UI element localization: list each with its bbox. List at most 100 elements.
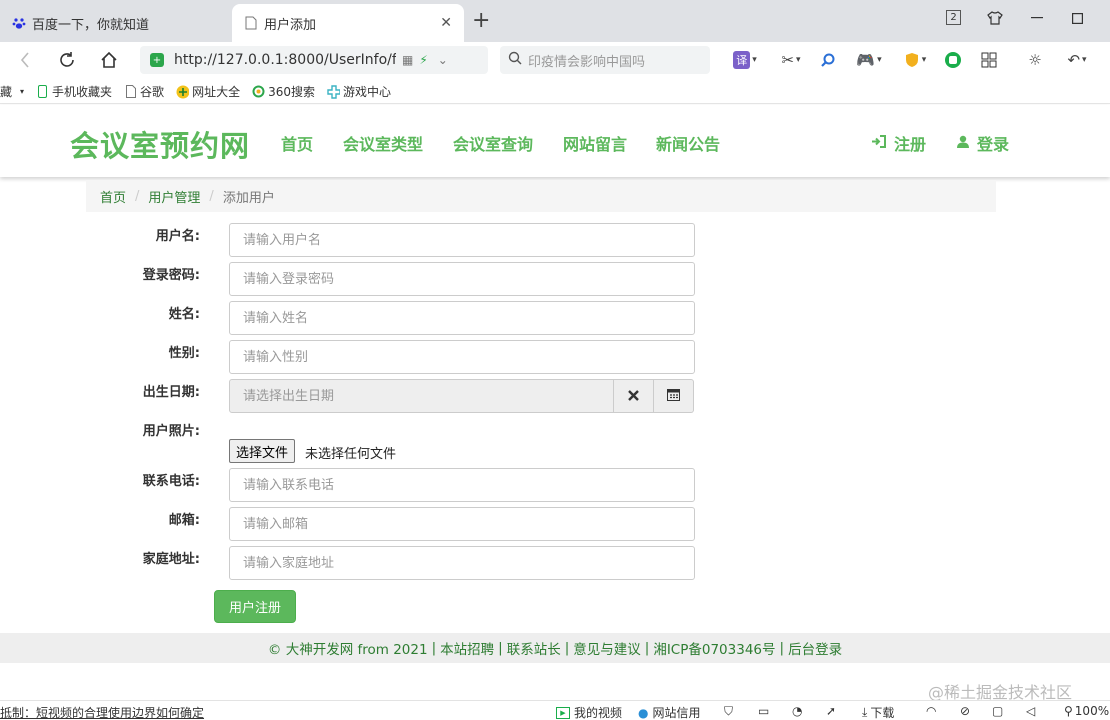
bookmark-item[interactable]: 游戏中心: [327, 83, 391, 100]
bookmarks-bar: 藏 ▾ 手机收藏夹 谷歌 网址大全 360搜索 游戏中心: [0, 80, 1110, 104]
minimize-icon[interactable]: [1028, 9, 1046, 27]
address-input[interactable]: [229, 546, 695, 580]
home-icon[interactable]: [96, 47, 122, 73]
email-input[interactable]: [229, 507, 695, 541]
apps-grid-icon[interactable]: [978, 47, 1000, 73]
sign-in-arrow-icon: [872, 134, 886, 152]
status-news-link[interactable]: 抵制：短视频的合理使用边界如何确定: [0, 704, 204, 720]
footer-separator: |: [779, 640, 785, 656]
login-link[interactable]: 登录: [957, 131, 1009, 155]
shield-icon[interactable]: ⛉: [724, 704, 733, 719]
rocket-icon[interactable]: ➚: [826, 704, 836, 718]
my-video-label: 我的视频: [574, 706, 623, 720]
phone-input[interactable]: [229, 468, 695, 502]
register-label: 注册: [894, 135, 927, 154]
magnifier-icon[interactable]: [818, 47, 838, 73]
bookmark-item[interactable]: 藏 ▾: [0, 83, 24, 100]
image-icon[interactable]: ▭: [758, 704, 769, 718]
footer-link-contact[interactable]: 联系站长: [507, 638, 561, 658]
user-icon: [957, 135, 969, 152]
download-icon: ⤓: [862, 705, 868, 719]
browser-icon[interactable]: ⊘: [960, 704, 970, 718]
footer-link-feedback[interactable]: 意见与建议: [573, 638, 641, 658]
search-placeholder: 印疫情会影响中国吗: [528, 54, 646, 70]
choose-file-button[interactable]: 选择文件: [229, 439, 296, 463]
download-button[interactable]: ⤓ 下载: [862, 704, 894, 720]
status-bar: 抵制：短视频的合理使用边界如何确定 ▶ 我的视频 ● 网站信用 ⛉ ▭ ◔ ➚ …: [0, 700, 1110, 720]
shirt-skin-icon[interactable]: [986, 9, 1004, 27]
username-input[interactable]: [229, 223, 695, 257]
phone-label: 联系电话:: [142, 474, 200, 489]
nav-room-search[interactable]: 会议室查询: [453, 131, 533, 155]
nav-messages[interactable]: 网站留言: [563, 131, 627, 155]
gamepad-icon[interactable]: 🎮 ▾: [852, 47, 886, 73]
bookmark-item[interactable]: 网址大全: [176, 83, 240, 100]
nav-home[interactable]: 首页: [281, 131, 313, 155]
bookmark-item[interactable]: 谷歌: [124, 83, 164, 100]
chevron-down-icon[interactable]: ⌄: [438, 53, 448, 67]
gender-input[interactable]: [229, 340, 695, 374]
game-icon: [327, 84, 340, 99]
register-link[interactable]: 注册: [872, 131, 926, 155]
speaker-icon[interactable]: ◁: [1026, 704, 1035, 718]
new-tab-button[interactable]: +: [472, 8, 490, 34]
zoom-icon: ⚲: [1064, 704, 1073, 718]
birthday-input[interactable]: [229, 379, 614, 413]
close-tab-icon[interactable]: ✕: [440, 15, 452, 31]
zoom-control[interactable]: ⚲ 100%: [1064, 704, 1109, 718]
breadcrumb-separator: /: [209, 188, 214, 204]
tab-user-add[interactable]: 用户添加 ✕: [232, 4, 464, 42]
login-label: 登录: [977, 135, 1010, 154]
undo-icon[interactable]: ↶ ▾: [1060, 47, 1094, 73]
speed-icon[interactable]: ◔: [792, 704, 802, 718]
nav-news[interactable]: 新闻公告: [656, 131, 720, 155]
clear-date-button[interactable]: [614, 379, 654, 413]
nav-room-types[interactable]: 会议室类型: [343, 131, 423, 155]
breadcrumb-user-management[interactable]: 用户管理: [148, 187, 200, 206]
bookmark-item[interactable]: 手机收藏夹: [36, 83, 112, 100]
brightness-icon[interactable]: ☼: [1024, 47, 1046, 73]
tab-count-badge[interactable]: 2: [946, 10, 961, 25]
my-video-button[interactable]: ▶ 我的视频: [556, 704, 622, 720]
search-360-icon: [252, 85, 265, 98]
breadcrumb-separator: /: [135, 188, 140, 204]
green-circle-icon[interactable]: [942, 47, 964, 73]
bookmark-label: 藏: [0, 85, 13, 99]
back-icon[interactable]: [12, 47, 38, 73]
open-calendar-button[interactable]: [654, 379, 694, 413]
name-input[interactable]: [229, 301, 695, 335]
play-icon: ▶: [556, 706, 570, 719]
window-icon[interactable]: ▢: [992, 704, 1003, 718]
search-icon: [508, 51, 522, 69]
footer-icp[interactable]: 湘ICP备0703346号: [653, 638, 775, 658]
coin-shield-icon[interactable]: ▾: [898, 47, 932, 73]
search-box[interactable]: 印疫情会影响中国吗: [500, 46, 710, 74]
register-user-button[interactable]: 用户注册: [214, 590, 296, 623]
breadcrumb-home[interactable]: 首页: [100, 187, 126, 206]
scissors-icon[interactable]: ✂ ▾: [776, 47, 806, 73]
site-brand[interactable]: 会议室预约网: [70, 123, 250, 165]
tab-label: 用户添加: [264, 17, 317, 33]
lightning-icon[interactable]: ⚡: [419, 53, 427, 67]
bookmark-label: 360搜索: [268, 85, 315, 99]
globe-icon: [176, 85, 190, 98]
footer-link-admin[interactable]: 后台登录: [788, 638, 842, 658]
url-text[interactable]: http://127.0.0.1:8000/UserInfo/fro: [174, 52, 396, 68]
translate-button[interactable]: 译 ▾: [730, 47, 760, 73]
maximize-icon[interactable]: [1068, 9, 1086, 27]
bookmark-item[interactable]: 360搜索: [252, 83, 315, 100]
secure-shield-icon: +: [150, 53, 164, 67]
tab-baidu[interactable]: 百度一下，你就知道: [0, 4, 228, 42]
page-icon: [244, 16, 258, 30]
site-credit-button[interactable]: ● 网站信用: [638, 704, 701, 720]
drop-icon: ●: [638, 705, 649, 720]
footer-separator: |: [644, 640, 650, 656]
address-bar[interactable]: + http://127.0.0.1:8000/UserInfo/fro ▦ ⚡…: [140, 46, 488, 74]
reload-icon[interactable]: [54, 47, 80, 73]
browser-window: 百度一下，你就知道 用户添加 ✕ + 2 + http://127.0.0.1:: [0, 0, 1110, 720]
headset-icon[interactable]: ◠: [926, 704, 936, 718]
footer-separator: |: [498, 640, 503, 656]
password-input[interactable]: [229, 262, 695, 296]
qr-icon[interactable]: ▦: [402, 53, 413, 67]
footer-link-jobs[interactable]: 本站招聘: [440, 638, 494, 658]
